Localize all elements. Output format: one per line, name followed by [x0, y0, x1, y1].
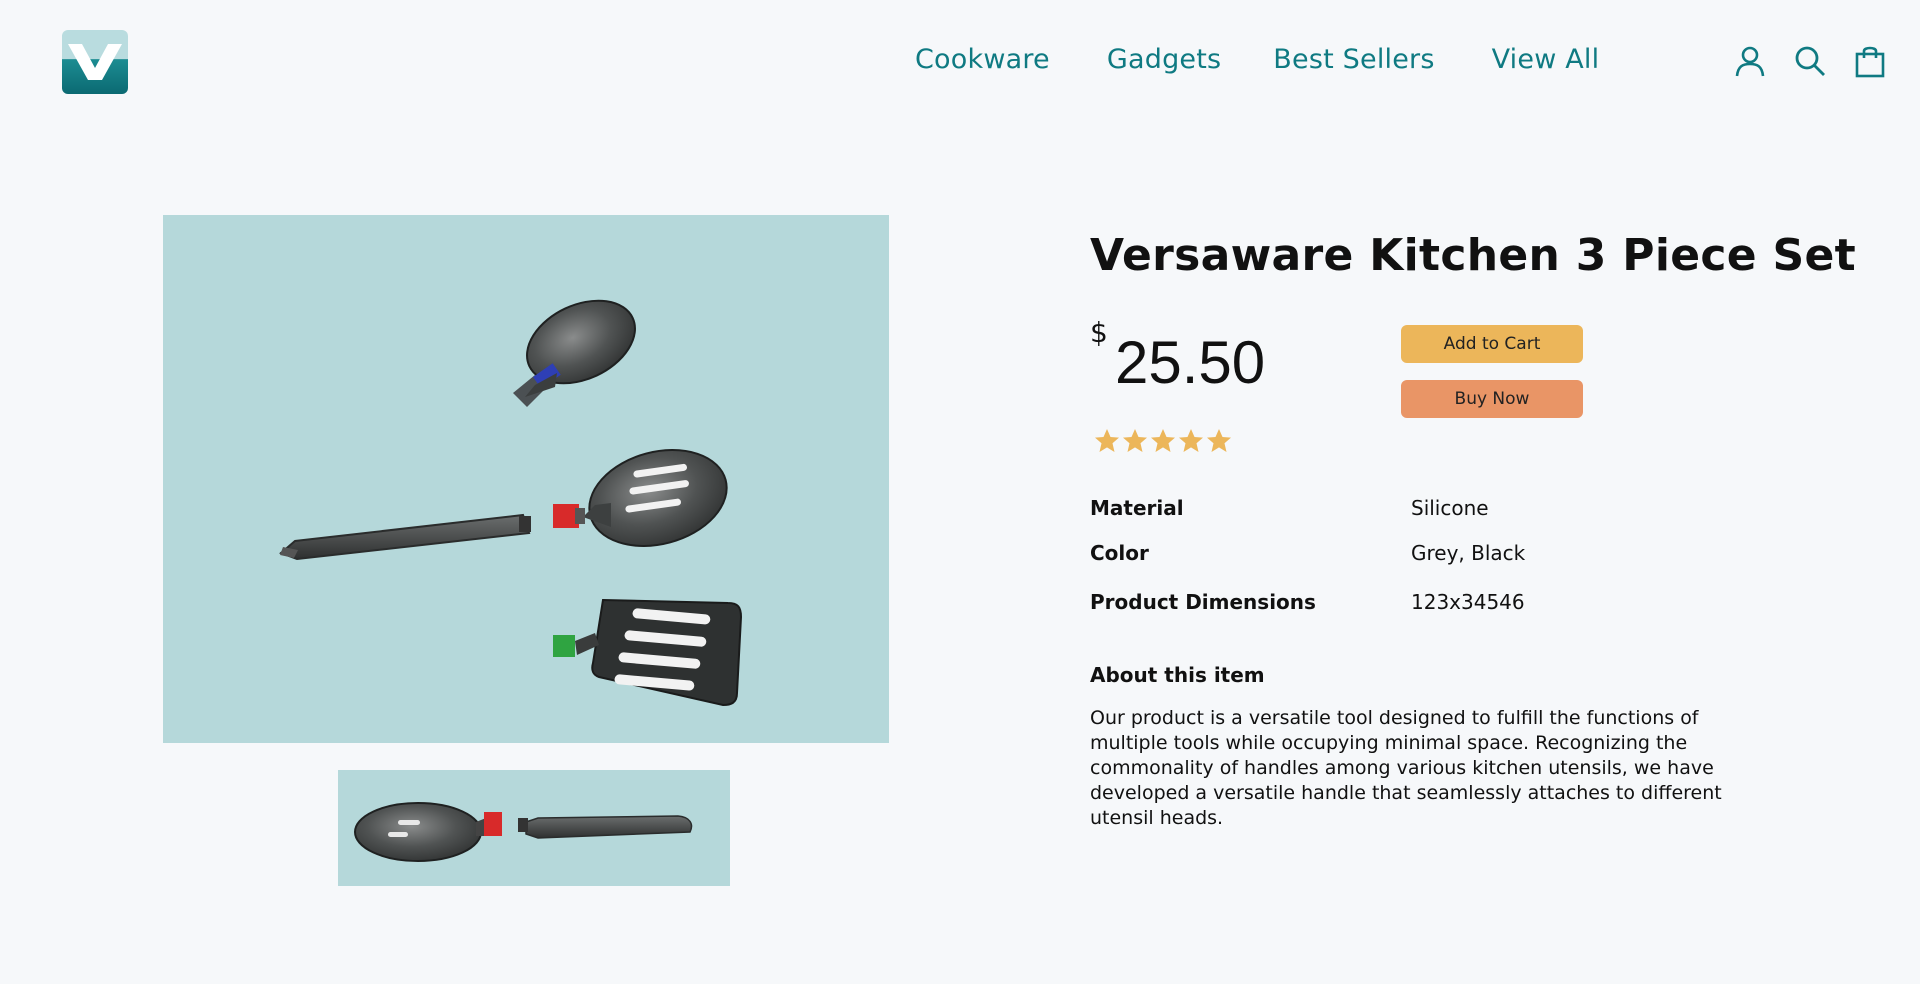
add-to-cart-button[interactable]: Add to Cart: [1401, 325, 1583, 363]
spatula-head-icon: [553, 598, 743, 707]
buy-now-button[interactable]: Buy Now: [1401, 380, 1583, 418]
product-thumbnail[interactable]: [338, 770, 730, 886]
header-icons: [1733, 44, 1887, 78]
nav-link-cookware[interactable]: Cookware: [915, 44, 1050, 75]
nav-link-best-sellers[interactable]: Best Sellers: [1273, 44, 1434, 75]
currency-symbol: $: [1090, 316, 1108, 349]
spoon-head-icon: [513, 299, 636, 407]
spec-value-material: Silicone: [1411, 496, 1489, 520]
star-icon: [1122, 428, 1148, 454]
nav-link-view-all[interactable]: View All: [1492, 44, 1600, 75]
product-price: 25.50: [1115, 329, 1266, 396]
slotted-spoon-head-icon: [553, 449, 728, 547]
spec-label-dimensions: Product Dimensions: [1090, 590, 1316, 614]
spec-value-dimensions: 123x34546: [1411, 590, 1525, 614]
star-icon: [1178, 428, 1204, 454]
handle-icon: [279, 513, 531, 561]
spec-label-material: Material: [1090, 496, 1184, 520]
search-icon[interactable]: [1793, 44, 1827, 78]
about-heading: About this item: [1090, 663, 1265, 687]
product-title: Versaware Kitchen 3 Piece Set: [1090, 230, 1856, 281]
site-header: Cookware Gadgets Best Sellers View All: [0, 0, 1920, 130]
spec-label-color: Color: [1090, 541, 1149, 565]
rating-stars: [1094, 428, 1234, 454]
spec-value-color: Grey, Black: [1411, 541, 1526, 565]
spoon-with-handle-icon: [354, 802, 693, 862]
star-icon: [1094, 428, 1120, 454]
about-description: Our product is a versatile tool designed…: [1090, 707, 1722, 829]
product-main-image: [163, 215, 889, 743]
main-nav: Cookware Gadgets Best Sellers View All: [915, 44, 1599, 75]
shopping-bag-icon[interactable]: [1853, 44, 1887, 78]
user-icon[interactable]: [1733, 44, 1767, 78]
star-icon: [1206, 428, 1232, 454]
star-icon: [1150, 428, 1176, 454]
nav-link-gadgets[interactable]: Gadgets: [1107, 44, 1221, 75]
v-logo-icon[interactable]: [62, 30, 128, 94]
